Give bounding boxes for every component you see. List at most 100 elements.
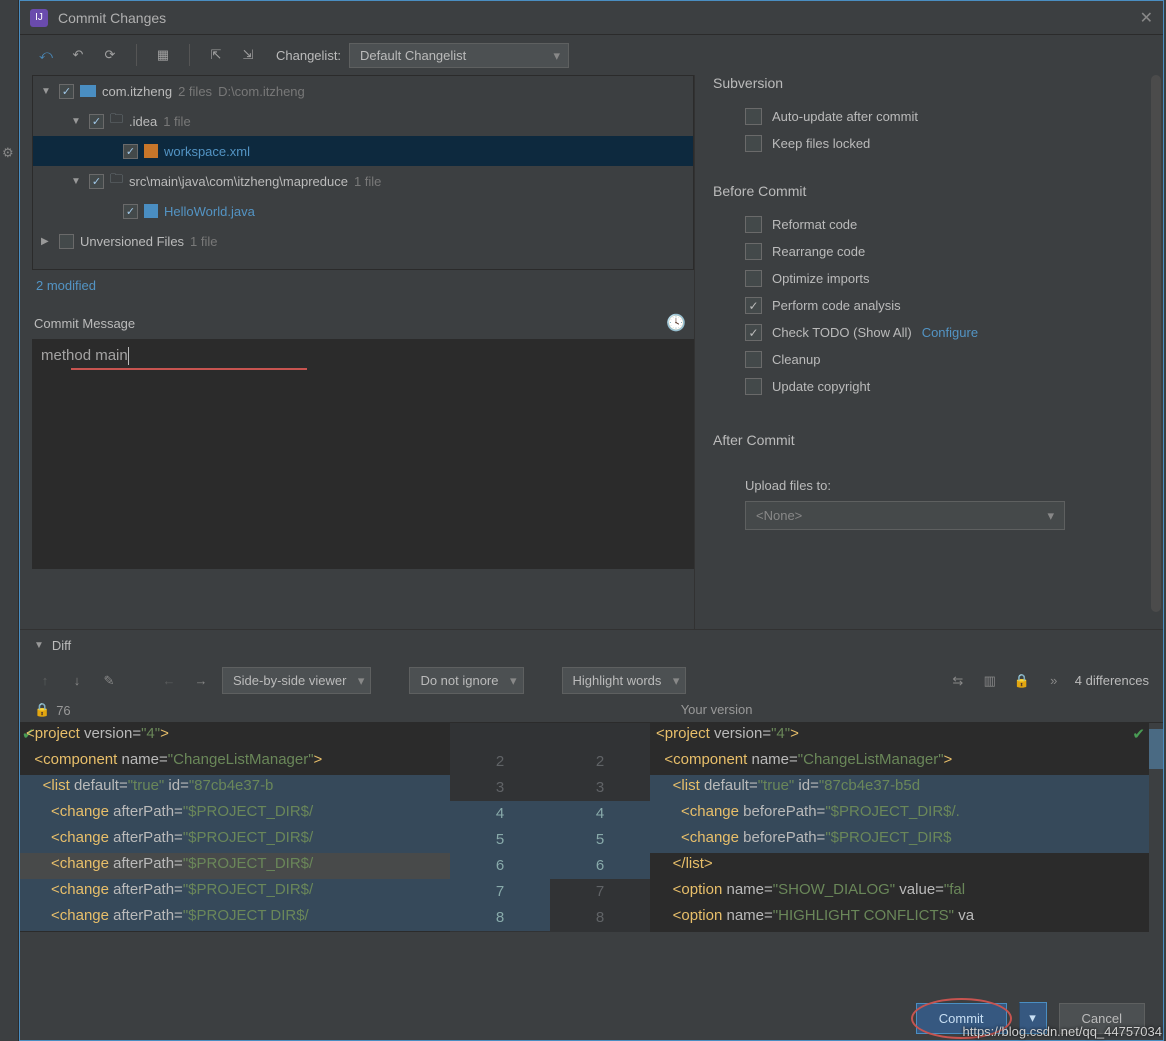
opt-copyright[interactable]: Update copyright xyxy=(713,373,1145,400)
opt-label: Optimize imports xyxy=(772,271,870,286)
node-hint: D:\com.itzheng xyxy=(218,84,305,99)
opt-label: Cleanup xyxy=(772,352,820,367)
checkbox[interactable]: ✓ xyxy=(59,234,74,249)
checkbox[interactable]: ✓ xyxy=(123,144,138,159)
watermark: https://blog.csdn.net/qq_44757034 xyxy=(963,1024,1163,1039)
collapse-icon[interactable]: ⇲ xyxy=(236,43,260,67)
tree-node-idea[interactable]: ▼ ✓ 🗀 .idea 1 file xyxy=(33,106,693,136)
tree-root[interactable]: ▼ ✓ com.itzheng 2 files D:\com.itzheng xyxy=(33,76,693,106)
section-before-commit: Before Commit xyxy=(713,183,1145,211)
viewer-dropdown[interactable]: Side-by-side viewer xyxy=(222,667,371,694)
refresh-blue-icon[interactable]: ⤺ xyxy=(34,43,58,67)
diff-right-pane[interactable]: ✔ <project version="4"> <component name=… xyxy=(650,723,1163,932)
tree-node-unversioned[interactable]: ▶ ✓ Unversioned Files 1 file xyxy=(33,226,693,256)
prev-change-icon[interactable]: ↑ xyxy=(34,673,56,688)
settings-icon[interactable]: ⚙ xyxy=(2,145,14,161)
diff-count: 4 differences xyxy=(1075,673,1149,688)
opt-optimize[interactable]: Optimize imports xyxy=(713,265,1145,292)
tree-node-workspace[interactable]: ✓ workspace.xml xyxy=(33,136,693,166)
configure-link[interactable]: Configure xyxy=(922,325,978,340)
xml-file-icon xyxy=(144,144,158,158)
opt-label: Update copyright xyxy=(772,379,870,394)
checkbox[interactable]: ✓ xyxy=(89,174,104,189)
more-icon[interactable]: » xyxy=(1043,673,1065,688)
upload-label: Upload files to: xyxy=(713,460,1145,501)
opt-analyze[interactable]: Perform code analysis xyxy=(713,292,1145,319)
node-hint: 1 file xyxy=(163,114,190,129)
scrollbar[interactable] xyxy=(1151,75,1161,612)
tree-node-src[interactable]: ▼ ✓ 🗀 src\main\java\com\itzheng\mapreduc… xyxy=(33,166,693,196)
right-revision: Your version xyxy=(681,702,753,718)
history-icon[interactable]: 🕓 xyxy=(666,313,686,333)
back-icon[interactable]: ← xyxy=(158,673,180,688)
sync-icon[interactable]: ⟳ xyxy=(98,43,122,67)
changelist-dropdown[interactable]: Default Changelist xyxy=(349,43,569,68)
chevron-down-icon[interactable]: ▼ xyxy=(34,640,44,651)
highlight-dropdown[interactable]: Highlight words xyxy=(562,667,687,694)
label-text: Commit Message xyxy=(34,316,135,331)
opt-keep-locked[interactable]: Keep files locked xyxy=(713,130,1145,157)
diff-header[interactable]: ▼ Diff xyxy=(20,630,1163,661)
opt-reformat[interactable]: Reformat code xyxy=(713,211,1145,238)
titlebar: IJ Commit Changes ✕ xyxy=(20,1,1163,35)
node-label: .idea xyxy=(129,114,157,129)
minimap[interactable] xyxy=(1149,723,1163,932)
diff-section: ▼ Diff ↑ ↓ ✎ ← → Side-by-side viewer Do … xyxy=(20,629,1163,932)
opt-label: Auto-update after commit xyxy=(772,109,918,124)
folder-icon: 🗀 xyxy=(110,170,123,192)
lock-icon[interactable]: 🔒 xyxy=(1011,673,1033,689)
collapse-unchanged-icon[interactable]: ⇆ xyxy=(947,673,969,689)
opt-check-todo[interactable]: Check TODO (Show All) Configure xyxy=(713,319,1145,346)
group-icon[interactable]: ▦ xyxy=(151,43,175,67)
node-label: HelloWorld.java xyxy=(164,204,255,219)
changes-tree[interactable]: ▼ ✓ com.itzheng 2 files D:\com.itzheng ▼… xyxy=(32,75,694,270)
expand-icon[interactable]: ⇱ xyxy=(204,43,228,67)
opt-label: Keep files locked xyxy=(772,136,870,151)
undo-icon[interactable]: ↶ xyxy=(66,43,90,67)
node-label: Unversioned Files xyxy=(80,234,184,249)
forward-icon[interactable]: → xyxy=(190,673,212,688)
chevron-right-icon[interactable]: ▶ xyxy=(41,236,53,247)
diff-left-pane[interactable]: ✔ <project version="4"> <component name=… xyxy=(20,723,450,932)
separator xyxy=(136,44,137,66)
opt-auto-update[interactable]: Auto-update after commit xyxy=(713,103,1145,130)
changelist-label: Changelist: xyxy=(276,48,341,63)
spell-underline xyxy=(71,368,307,370)
commit-message-text: method main xyxy=(41,347,128,364)
folder-icon: 🗀 xyxy=(110,110,123,132)
commit-message-label: Commit Message 🕓 xyxy=(32,301,694,339)
sync-scroll-icon[interactable]: ▥ xyxy=(979,673,1001,689)
left-revision: 76 xyxy=(56,703,70,718)
opt-cleanup[interactable]: Cleanup xyxy=(713,346,1145,373)
chevron-down-icon[interactable]: ▼ xyxy=(71,176,83,187)
upload-select[interactable]: <None> xyxy=(745,501,1065,530)
diff-body[interactable]: ✔ <project version="4"> <component name=… xyxy=(20,722,1163,932)
tree-node-hello[interactable]: ✓ HelloWorld.java xyxy=(33,196,693,226)
separator xyxy=(189,44,190,66)
section-after-commit: After Commit xyxy=(713,432,1145,460)
checkbox[interactable]: ✓ xyxy=(123,204,138,219)
node-hint: 2 files xyxy=(178,84,212,99)
chevron-down-icon[interactable]: ▼ xyxy=(71,116,83,127)
checkbox[interactable]: ✓ xyxy=(59,84,74,99)
app-icon: IJ xyxy=(30,9,48,27)
opt-rearrange[interactable]: Rearrange code xyxy=(713,238,1145,265)
commit-message-input[interactable]: method main xyxy=(32,339,694,569)
lock-small-icon: 🔒 xyxy=(34,702,50,718)
next-change-icon[interactable]: ↓ xyxy=(66,673,88,688)
edit-icon[interactable]: ✎ xyxy=(98,673,120,689)
close-icon[interactable]: ✕ xyxy=(1140,8,1153,28)
checkbox[interactable]: ✓ xyxy=(89,114,104,129)
chevron-down-icon[interactable]: ▼ xyxy=(41,86,53,97)
opt-label: Rearrange code xyxy=(772,244,865,259)
opt-label: Perform code analysis xyxy=(772,298,901,313)
ignore-dropdown[interactable]: Do not ignore xyxy=(409,667,523,694)
node-label: workspace.xml xyxy=(164,144,250,159)
diff-toolbar: ↑ ↓ ✎ ← → Side-by-side viewer Do not ign… xyxy=(20,661,1163,700)
commit-dialog: IJ Commit Changes ✕ ⤺ ↶ ⟳ ▦ ⇱ ⇲ Changeli… xyxy=(19,0,1164,1041)
diff-gutters: 23 456 78 23 456 789 xyxy=(450,723,650,932)
opt-label: Check TODO (Show All) xyxy=(772,325,912,340)
module-icon xyxy=(80,85,96,97)
node-hint: 1 file xyxy=(354,174,381,189)
dialog-title: Commit Changes xyxy=(58,10,166,26)
